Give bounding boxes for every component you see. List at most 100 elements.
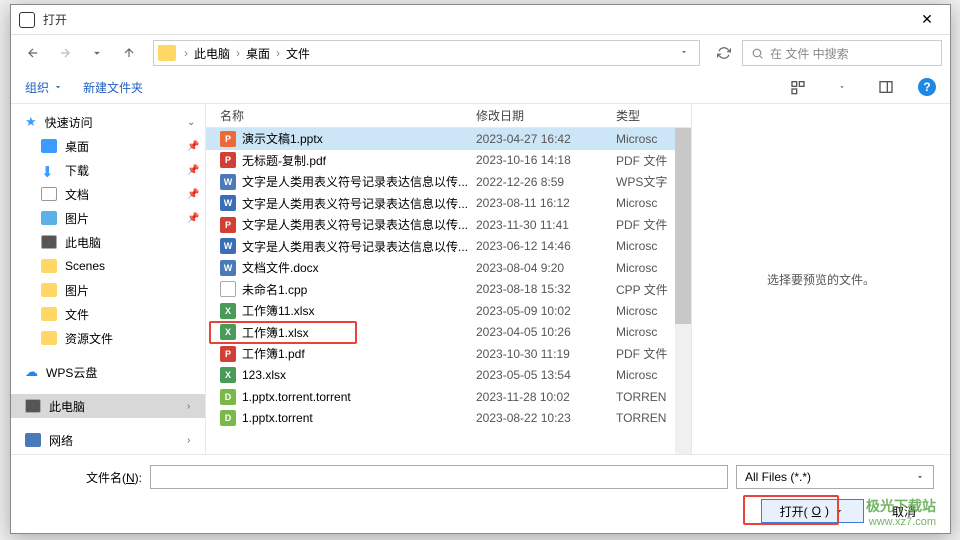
sidebar-item-pictures2[interactable]: 图片 bbox=[11, 278, 205, 302]
view-list-button[interactable] bbox=[786, 75, 810, 99]
file-name: 文字是人类用表义符号记录表达信息以传... bbox=[242, 195, 476, 212]
sidebar-quick-access[interactable]: ★快速访问⌄ bbox=[11, 110, 205, 134]
scrollbar-thumb[interactable] bbox=[675, 128, 691, 324]
chevron-down-icon bbox=[833, 505, 845, 517]
file-row[interactable]: W文字是人类用表义符号记录表达信息以传...2023-08-11 16:12Mi… bbox=[206, 193, 691, 215]
address-dropdown[interactable] bbox=[673, 46, 695, 60]
sidebar-item-resources[interactable]: 资源文件 bbox=[11, 326, 205, 350]
sidebar-thispc-root[interactable]: 此电脑› bbox=[11, 394, 205, 418]
file-row[interactable]: D1.pptx.torrent.torrent2023-11-28 10:02T… bbox=[206, 386, 691, 408]
sidebar-item-desktop[interactable]: 桌面📌 bbox=[11, 134, 205, 158]
cancel-button[interactable]: 取消 bbox=[878, 503, 930, 520]
cloud-icon: ☁ bbox=[25, 364, 38, 380]
file-name: 文字是人类用表义符号记录表达信息以传... bbox=[242, 216, 476, 233]
window-title: 打开 bbox=[43, 11, 912, 28]
sidebar-wps-cloud[interactable]: ☁WPS云盘 bbox=[11, 360, 205, 384]
file-name: 工作簿1.xlsx bbox=[242, 324, 476, 341]
refresh-button[interactable] bbox=[710, 39, 738, 67]
file-row[interactable]: W文字是人类用表义符号记录表达信息以传...2022-12-26 8:59WPS… bbox=[206, 171, 691, 193]
search-input[interactable]: 在 文件 中搜索 bbox=[742, 40, 942, 66]
network-icon bbox=[25, 433, 41, 447]
file-filter-dropdown[interactable]: All Files (*.*) bbox=[736, 465, 934, 489]
file-row[interactable]: 未命名1.cpp2023-08-18 15:32CPP 文件 bbox=[206, 279, 691, 301]
download-icon: ⬇ bbox=[41, 163, 57, 177]
open-file-dialog: 打开 ✕ › 此电脑 › 桌面 › 文件 在 文件 中搜索 组织 新建文件夹 bbox=[10, 4, 951, 534]
file-row[interactable]: D1.pptx.torrent2023-08-22 10:23TORREN bbox=[206, 408, 691, 430]
file-name: 1.pptx.torrent.torrent bbox=[242, 390, 476, 404]
header-name[interactable]: 名称 bbox=[220, 107, 476, 124]
recent-dropdown[interactable] bbox=[83, 39, 111, 67]
scrollbar[interactable] bbox=[675, 128, 691, 454]
new-folder-button[interactable]: 新建文件夹 bbox=[83, 79, 143, 96]
pc-icon bbox=[41, 235, 57, 249]
sidebar-item-downloads[interactable]: ⬇下载📌 bbox=[11, 158, 205, 182]
sidebar-item-scenes[interactable]: Scenes bbox=[11, 254, 205, 278]
star-icon: ★ bbox=[25, 114, 37, 130]
desktop-icon bbox=[41, 139, 57, 153]
file-name: 文字是人类用表义符号记录表达信息以传... bbox=[242, 173, 476, 190]
file-row[interactable]: P演示文稿1.pptx2023-04-27 16:42Microsc bbox=[206, 128, 691, 150]
file-row[interactable]: X工作簿11.xlsx2023-05-09 10:02Microsc bbox=[206, 300, 691, 322]
dialog-body: ★快速访问⌄ 桌面📌 ⬇下载📌 文档📌 图片📌 此电脑 Scenes 图片 文件… bbox=[11, 103, 950, 454]
header-date[interactable]: 修改日期 bbox=[476, 107, 616, 124]
breadcrumb-item[interactable]: 桌面 bbox=[242, 45, 274, 62]
folder-icon bbox=[158, 45, 176, 61]
file-name: 文档文件.docx bbox=[242, 259, 476, 276]
file-row[interactable]: X123.xlsx2023-05-05 13:54Microsc bbox=[206, 365, 691, 387]
file-name: 123.xlsx bbox=[242, 368, 476, 382]
file-row[interactable]: P文字是人类用表义符号记录表达信息以传...2023-11-30 11:41PD… bbox=[206, 214, 691, 236]
open-button[interactable]: 打开(O) bbox=[761, 499, 864, 523]
header-type[interactable]: 类型 bbox=[616, 107, 686, 124]
file-name: 演示文稿1.pptx bbox=[242, 130, 476, 147]
help-button[interactable]: ? bbox=[918, 78, 936, 96]
sidebar-item-files[interactable]: 文件 bbox=[11, 302, 205, 326]
file-date: 2023-10-16 14:18 bbox=[476, 153, 616, 167]
preview-pane: 选择要预览的文件。 bbox=[691, 104, 950, 454]
column-headers: 名称 修改日期 类型 bbox=[206, 104, 691, 128]
file-row[interactable]: X工作簿1.xlsx2023-04-05 10:26Microsc bbox=[206, 322, 691, 344]
file-name: 未命名1.cpp bbox=[242, 281, 476, 298]
organize-menu[interactable]: 组织 bbox=[25, 79, 63, 96]
filter-value: All Files (*.*) bbox=[745, 470, 811, 484]
chevron-right-icon[interactable]: › bbox=[187, 435, 199, 446]
file-date: 2023-08-04 9:20 bbox=[476, 261, 616, 275]
filename-input[interactable] bbox=[150, 465, 728, 489]
file-icon: W bbox=[220, 260, 236, 276]
search-placeholder: 在 文件 中搜索 bbox=[770, 45, 849, 62]
breadcrumb-item[interactable]: 文件 bbox=[282, 45, 314, 62]
file-name: 工作簿11.xlsx bbox=[242, 302, 476, 319]
forward-button[interactable] bbox=[51, 39, 79, 67]
preview-message: 选择要预览的文件。 bbox=[767, 271, 875, 288]
preview-pane-button[interactable] bbox=[874, 75, 898, 99]
breadcrumb-sep: › bbox=[234, 46, 242, 60]
sidebar-item-thispc[interactable]: 此电脑 bbox=[11, 230, 205, 254]
file-date: 2023-05-09 10:02 bbox=[476, 304, 616, 318]
file-row[interactable]: P无标题-复制.pdf2023-10-16 14:18PDF 文件 bbox=[206, 150, 691, 172]
file-date: 2023-10-30 11:19 bbox=[476, 347, 616, 361]
file-date: 2023-11-28 10:02 bbox=[476, 390, 616, 404]
breadcrumb-item[interactable]: 此电脑 bbox=[190, 45, 234, 62]
sidebar-item-documents[interactable]: 文档📌 bbox=[11, 182, 205, 206]
sidebar-network[interactable]: 网络› bbox=[11, 428, 205, 452]
file-date: 2023-08-18 15:32 bbox=[476, 282, 616, 296]
file-list-pane: 名称 修改日期 类型 P演示文稿1.pptx2023-04-27 16:42Mi… bbox=[206, 104, 691, 454]
file-row[interactable]: W文档文件.docx2023-08-04 9:20Microsc bbox=[206, 257, 691, 279]
file-row[interactable]: P工作簿1.pdf2023-10-30 11:19PDF 文件 bbox=[206, 343, 691, 365]
up-button[interactable] bbox=[115, 39, 143, 67]
chevron-down-icon[interactable]: ⌄ bbox=[187, 117, 199, 128]
pc-icon bbox=[25, 399, 41, 413]
file-icon: D bbox=[220, 389, 236, 405]
view-dropdown[interactable] bbox=[830, 75, 854, 99]
file-list[interactable]: P演示文稿1.pptx2023-04-27 16:42MicroscP无标题-复… bbox=[206, 128, 691, 454]
chevron-right-icon[interactable]: › bbox=[187, 401, 199, 412]
nav-bar: › 此电脑 › 桌面 › 文件 在 文件 中搜索 bbox=[11, 35, 950, 71]
file-icon: D bbox=[220, 410, 236, 426]
file-row[interactable]: W文字是人类用表义符号记录表达信息以传...2023-06-12 14:46Mi… bbox=[206, 236, 691, 258]
close-button[interactable]: ✕ bbox=[912, 11, 942, 28]
sidebar-item-pictures[interactable]: 图片📌 bbox=[11, 206, 205, 230]
file-icon: P bbox=[220, 217, 236, 233]
file-icon bbox=[220, 281, 236, 297]
folder-icon bbox=[41, 307, 57, 321]
address-bar[interactable]: › 此电脑 › 桌面 › 文件 bbox=[153, 40, 700, 66]
back-button[interactable] bbox=[19, 39, 47, 67]
